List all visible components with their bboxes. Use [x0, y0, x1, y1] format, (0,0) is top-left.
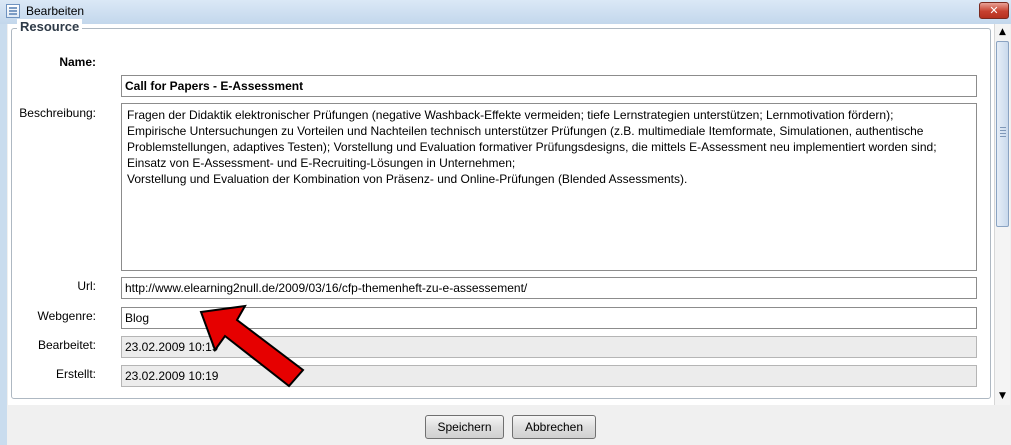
close-icon: ✕	[989, 4, 999, 17]
fieldset-legend: Resource	[17, 19, 83, 34]
title-bar[interactable]: Bearbeiten ✕	[0, 0, 1011, 24]
url-field[interactable]: http://www.elearning2null.de/2009/03/16/…	[121, 277, 977, 299]
name-label: Name:	[59, 55, 96, 69]
description-paragraph: Fragen der Didaktik elektronischer Prüfu…	[127, 108, 894, 122]
description-paragraph: Empirische Untersuchungen zu Vorteilen u…	[127, 124, 937, 170]
url-label: Url:	[77, 279, 96, 293]
bearbeitet-label: Bearbeitet:	[37, 338, 96, 352]
beschreibung-label: Beschreibung:	[19, 106, 96, 120]
red-arrow-icon	[199, 304, 305, 388]
cancel-button[interactable]: Abbrechen	[512, 415, 596, 439]
scroll-thumb[interactable]	[996, 41, 1009, 227]
window-title: Bearbeiten	[26, 4, 85, 18]
vertical-scrollbar[interactable]: ▲ ▼	[994, 24, 1010, 405]
scroll-grip-icon	[1000, 127, 1006, 139]
webgenre-label: Webgenre:	[37, 309, 96, 323]
scroll-down-icon[interactable]: ▼	[995, 388, 1010, 405]
button-bar: Speichern Abbrechen	[7, 408, 1011, 445]
close-button[interactable]: ✕	[979, 2, 1009, 19]
form-scroll-pane: Resource Name: Call for Papers - E-Asses…	[8, 19, 1010, 405]
scroll-up-icon[interactable]: ▲	[995, 24, 1010, 41]
dialog-content: Resource Name: Call for Papers - E-Asses…	[7, 19, 1011, 445]
erstellt-label: Erstellt:	[55, 367, 96, 381]
save-button[interactable]: Speichern	[425, 415, 504, 439]
edit-dialog: Bearbeiten ✕ Resource Name: Call for Pap…	[0, 0, 1011, 445]
arrow-shape	[199, 304, 305, 388]
window-icon	[6, 4, 20, 18]
name-field[interactable]: Call for Papers - E-Assessment	[121, 75, 977, 97]
resource-fieldset: Resource Name: Call for Papers - E-Asses…	[11, 19, 991, 399]
description-paragraph: Vorstellung und Evaluation der Kombinati…	[127, 172, 688, 186]
beschreibung-textarea[interactable]: Fragen der Didaktik elektronischer Prüfu…	[121, 103, 977, 271]
